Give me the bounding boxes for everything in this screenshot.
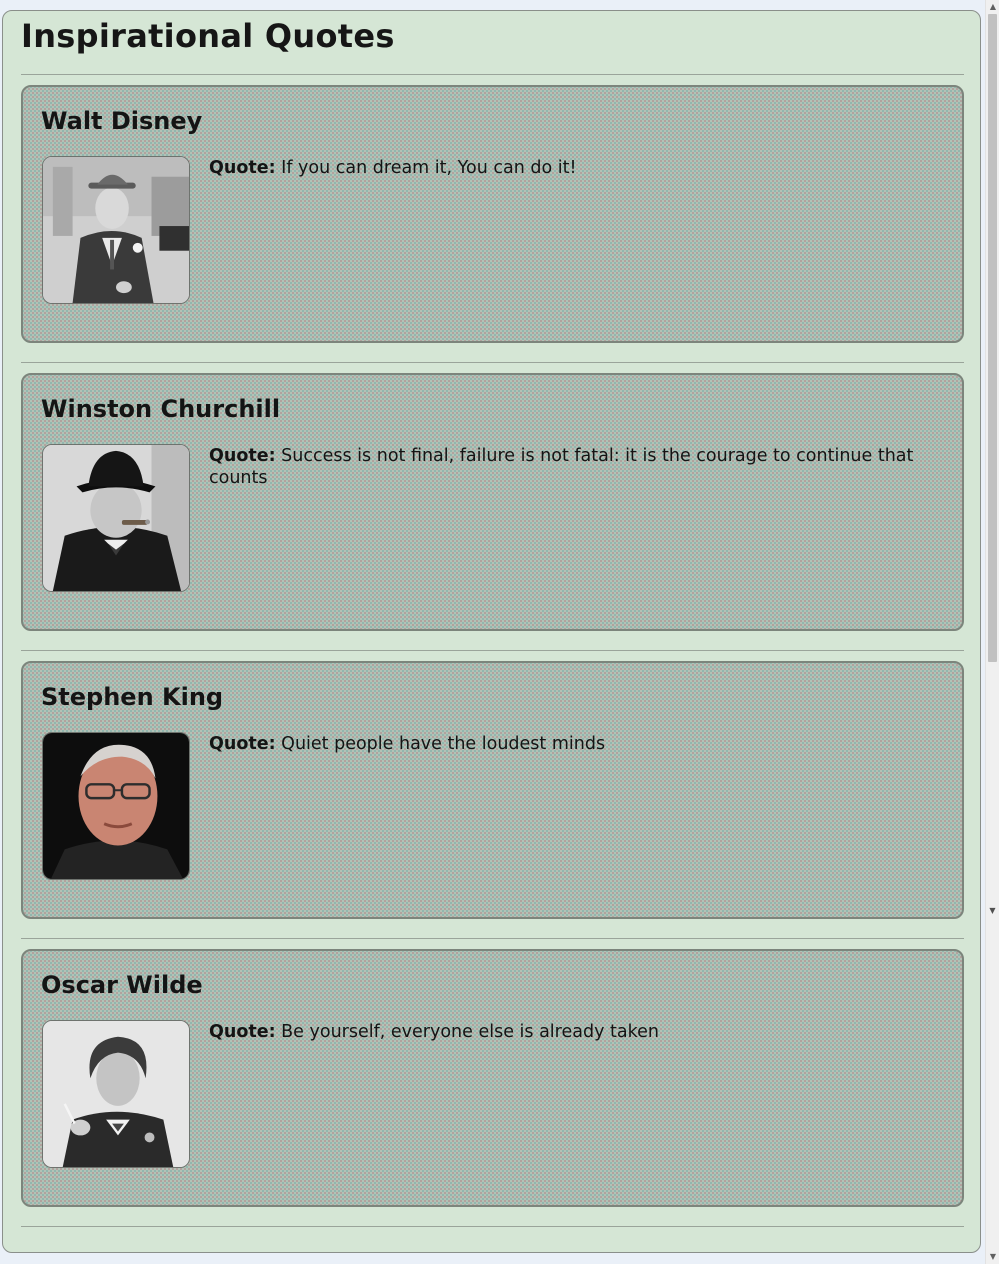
quote-card-winston-churchill: Winston Churchill Quote: Success is not … bbox=[21, 373, 964, 631]
oscar-wilde-portrait bbox=[42, 1020, 190, 1168]
scroll-up-arrow-icon[interactable]: ▲ bbox=[986, 0, 999, 14]
quote-label: Quote: bbox=[209, 158, 276, 178]
divider bbox=[21, 1226, 964, 1227]
quote-text: Quote: Be yourself, everyone else is alr… bbox=[209, 1021, 949, 1043]
quote-label: Quote: bbox=[209, 1022, 276, 1042]
quote-body: Be yourself, everyone else is already ta… bbox=[281, 1022, 659, 1042]
quote-text: Quote: Quiet people have the loudest min… bbox=[209, 733, 949, 755]
quote-body: If you can dream it, You can do it! bbox=[281, 158, 577, 178]
quote-text: Quote: If you can dream it, You can do i… bbox=[209, 157, 949, 179]
divider bbox=[21, 74, 964, 75]
winston-churchill-portrait bbox=[42, 444, 190, 592]
person-name: Stephen King bbox=[41, 683, 224, 711]
person-name: Winston Churchill bbox=[41, 395, 281, 423]
person-name: Walt Disney bbox=[41, 107, 203, 135]
page-title: Inspirational Quotes bbox=[21, 17, 395, 55]
scroll-down-arrow-icon[interactable]: ▼ bbox=[986, 1250, 999, 1264]
divider bbox=[21, 650, 964, 651]
quote-card-walt-disney: Walt Disney Quote: If you can dream it, … bbox=[21, 85, 964, 343]
vertical-scrollbar[interactable]: ▲ ▼ ▼ bbox=[985, 0, 999, 1264]
divider bbox=[21, 362, 964, 363]
scroll-down-marker-icon: ▼ bbox=[989, 906, 996, 915]
quote-body: Quiet people have the loudest minds bbox=[281, 734, 606, 754]
quote-card-oscar-wilde: Oscar Wilde Quote: Be yourself, everyone… bbox=[21, 949, 964, 1207]
walt-disney-portrait bbox=[42, 156, 190, 304]
browser-viewport: Inspirational Quotes Walt Disney Quote: … bbox=[0, 0, 999, 1264]
stephen-king-portrait bbox=[42, 732, 190, 880]
quote-label: Quote: bbox=[209, 446, 276, 466]
divider bbox=[21, 938, 964, 939]
quote-body: Success is not final, failure is not fat… bbox=[209, 446, 914, 488]
person-name: Oscar Wilde bbox=[41, 971, 203, 999]
scrollbar-thumb[interactable] bbox=[988, 14, 997, 662]
quote-card-stephen-king: Stephen King Quote: Quiet people have th… bbox=[21, 661, 964, 919]
quote-label: Quote: bbox=[209, 734, 276, 754]
quote-text: Quote: Success is not final, failure is … bbox=[209, 445, 949, 489]
quotes-page: Inspirational Quotes Walt Disney Quote: … bbox=[2, 10, 981, 1253]
